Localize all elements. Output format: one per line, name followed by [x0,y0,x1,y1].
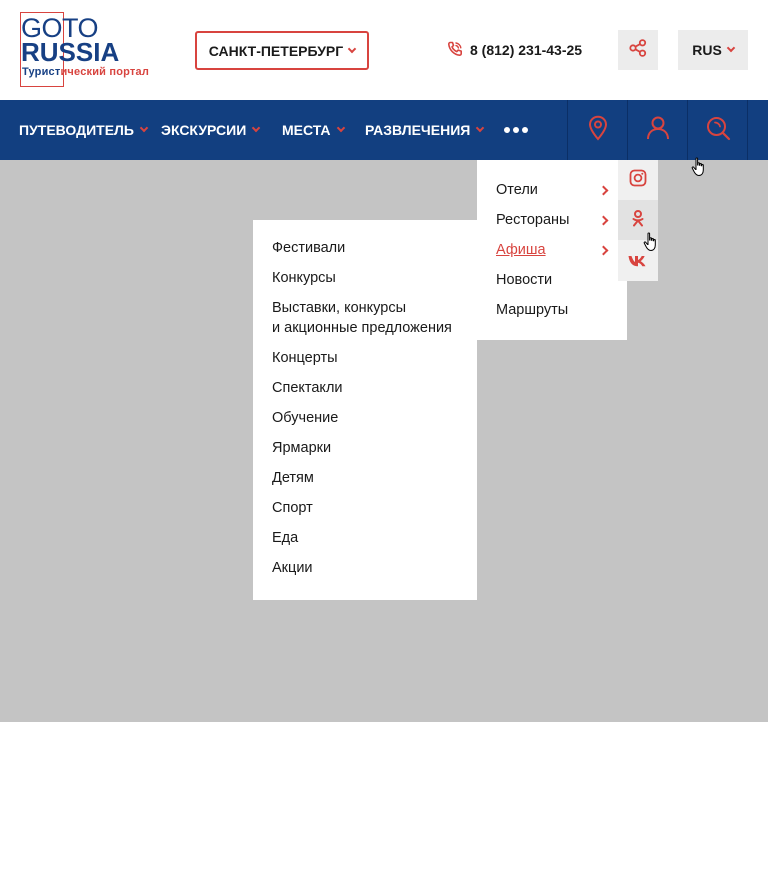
submenu-item-fairs[interactable]: Ярмарки [253,438,477,458]
dropdown-item-label: Новости [496,272,553,288]
submenu-item-exhibitions[interactable]: Выставки, конкурсы и акционные предложен… [253,298,477,338]
phone-icon [447,41,463,60]
search-icon [705,115,731,145]
phone-link[interactable]: 8 (812) 231-43-25 [447,40,582,60]
odnoklassniki-icon [631,209,645,231]
submenu-item-kids[interactable]: Детям [253,468,477,488]
nav-item-label: ЭКСКУРСИИ [161,122,247,138]
chevron-down-icon [252,123,261,133]
language-selector-button[interactable]: RUS [678,30,748,70]
chevron-down-icon [336,123,345,133]
dropdown-item-label: Афиша [496,242,546,258]
logo-tagline: Туристический портал [22,66,150,78]
search-button[interactable] [687,100,747,160]
odnoklassniki-button[interactable] [618,200,658,240]
more-menu-button[interactable] [504,100,528,160]
chevron-down-icon [139,123,149,133]
map-button[interactable] [567,100,627,160]
more-dot [513,127,519,133]
dropdown-item-restaurants[interactable]: Рестораны [477,210,627,230]
share-icon [628,38,648,62]
submenu-item-promotions[interactable]: Акции [253,558,477,578]
nav-item-excursions[interactable]: ЭКСКУРСИИ [161,100,261,160]
share-button[interactable] [618,30,658,70]
submenu-item-contests[interactable]: Конкурсы [253,268,477,288]
chevron-right-icon [598,185,609,196]
language-label: RUS [692,42,722,58]
account-button[interactable] [627,100,687,160]
dropdown-item-afisha[interactable]: Афиша [477,240,627,260]
location-pin-icon [587,115,609,145]
dropdown-item-news[interactable]: Новости [477,270,627,290]
more-dot [522,127,528,133]
submenu-item-concerts[interactable]: Концерты [253,348,477,368]
vk-button[interactable] [618,241,658,281]
logo-russia: RUSSIA [21,37,120,67]
more-dropdown: Отели Рестораны Афиша Новости Маршруты [477,160,627,340]
phone-number: 8 (812) 231-43-25 [470,42,583,58]
afisha-submenu: Фестивали Конкурсы Выставки, конкурсы и … [253,220,477,600]
nav-item-entertainment[interactable]: РАЗВЛЕЧЕНИЯ [365,100,485,160]
share-popup [618,160,658,281]
submenu-item-sport[interactable]: Спорт [253,498,477,518]
user-icon [646,115,670,145]
more-dot [504,127,510,133]
submenu-item-performances[interactable]: Спектакли [253,378,477,398]
vk-icon [628,252,648,271]
nav-divider [747,100,748,160]
chevron-down-icon [476,123,485,133]
instagram-icon [629,169,647,191]
submenu-item-food[interactable]: Еда [253,528,477,548]
nav-item-label: РАЗВЛЕЧЕНИЯ [365,122,471,138]
dropdown-item-hotels[interactable]: Отели [477,180,627,200]
submenu-item-festivals[interactable]: Фестивали [253,238,477,258]
dropdown-item-label: Отели [496,182,538,198]
chevron-right-icon [598,215,609,226]
city-label: САНКТ-ПЕТЕРБУРГ [208,42,344,59]
nav-item-label: ПУТЕВОДИТЕЛЬ [19,122,134,138]
chevron-down-icon [726,43,736,53]
chevron-down-icon [347,44,357,53]
city-selector-button[interactable]: САНКТ-ПЕТЕРБУРГ [195,31,369,70]
header: GOTO RUSSIA Туристический портал САНКТ-П… [0,0,768,100]
chevron-right-icon [598,245,609,256]
nav-item-guide[interactable]: ПУТЕВОДИТЕЛЬ [19,100,149,160]
nav-item-places[interactable]: МЕСТА [282,100,345,160]
nav-item-label: МЕСТА [282,122,331,138]
dropdown-item-routes[interactable]: Маршруты [477,300,627,320]
dropdown-item-label: Рестораны [496,212,570,228]
submenu-item-education[interactable]: Обучение [253,408,477,428]
logo[interactable]: GOTO RUSSIA Туристический портал [20,12,165,88]
instagram-button[interactable] [618,160,658,200]
dropdown-item-label: Маршруты [496,302,569,318]
main-nav: ПУТЕВОДИТЕЛЬ ЭКСКУРСИИ МЕСТА РАЗВЛЕЧЕНИЯ [0,100,768,160]
